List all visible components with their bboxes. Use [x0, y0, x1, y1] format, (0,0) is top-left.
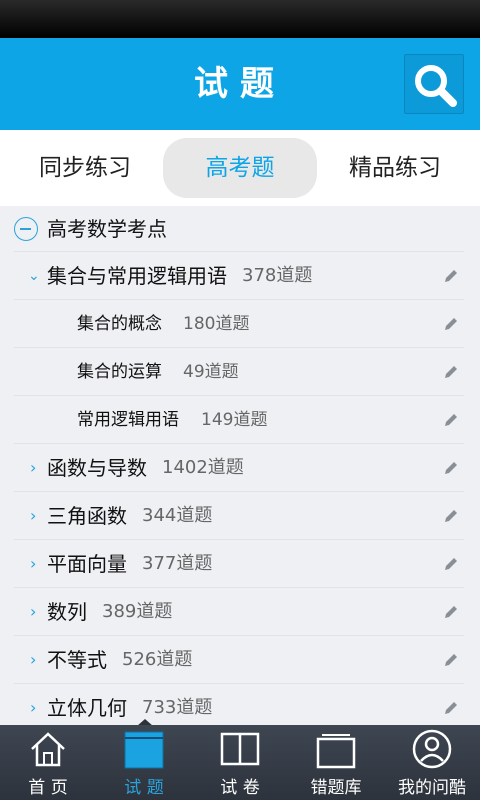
nav-label: 试 题	[124, 778, 164, 798]
pencil-icon[interactable]	[442, 267, 460, 285]
pencil-icon[interactable]	[442, 699, 460, 717]
item-name: 集合与常用逻辑用语	[47, 264, 227, 288]
pencil-icon[interactable]	[442, 363, 460, 381]
list-item[interactable]: › 不等式 526道题	[14, 636, 464, 684]
nav-home[interactable]: 首 页	[0, 725, 96, 800]
nav-label: 试 卷	[220, 778, 260, 798]
pencil-icon[interactable]	[442, 459, 460, 477]
nav-questions[interactable]: 试 题	[96, 725, 192, 800]
search-button[interactable]	[404, 54, 464, 114]
book-icon	[220, 732, 260, 766]
pencil-icon[interactable]	[442, 411, 460, 429]
item-count: 378道题	[242, 265, 313, 286]
item-count: 180道题	[183, 314, 250, 334]
nav-mistakes[interactable]: 错题库	[288, 725, 384, 800]
chevron-right-icon: ›	[30, 554, 37, 573]
list-item[interactable]: 常用逻辑用语 149道题	[14, 396, 464, 444]
collapse-icon[interactable]	[14, 217, 38, 241]
document-icon	[124, 731, 164, 769]
list-item[interactable]: › 立体几何 733道题	[14, 684, 464, 725]
bottom-nav: 首 页 试 题 试 卷 错题库 我的问酷	[0, 725, 480, 800]
pencil-icon[interactable]	[442, 507, 460, 525]
search-icon	[415, 65, 457, 107]
chevron-right-icon: ›	[30, 458, 37, 477]
nav-label: 错题库	[310, 778, 362, 798]
item-count: 1402道题	[162, 457, 244, 478]
nav-profile[interactable]: 我的问酷	[384, 725, 480, 800]
tab-sync-practice[interactable]: 同步练习	[8, 138, 162, 198]
chevron-right-icon: ›	[30, 506, 37, 525]
item-name: 常用逻辑用语	[77, 410, 179, 430]
tab-gaokao[interactable]: 高考题	[163, 138, 317, 198]
item-name: 集合的运算	[77, 362, 162, 382]
list-item[interactable]: 集合的运算 49道题	[14, 348, 464, 396]
item-name: 立体几何	[47, 696, 127, 720]
item-name: 集合的概念	[77, 314, 162, 334]
tree-root-label: 高考数学考点	[47, 217, 167, 241]
status-bar	[0, 0, 480, 38]
topic-tree: 高考数学考点 ⌄ 集合与常用逻辑用语 378道题 集合的概念 180道题 集合的…	[0, 206, 480, 725]
profile-icon	[412, 729, 452, 769]
item-name: 平面向量	[47, 552, 127, 576]
item-name: 数列	[47, 600, 87, 624]
item-count: 389道题	[102, 601, 173, 622]
pencil-icon[interactable]	[442, 555, 460, 573]
header: 试题	[0, 38, 480, 130]
pencil-icon[interactable]	[442, 603, 460, 621]
chevron-right-icon: ›	[30, 602, 37, 621]
list-item[interactable]: ⌄ 集合与常用逻辑用语 378道题	[14, 252, 464, 300]
tree-root[interactable]: 高考数学考点	[14, 206, 464, 252]
chevron-right-icon: ›	[30, 650, 37, 669]
list-item[interactable]: 集合的概念 180道题	[14, 300, 464, 348]
folder-icon	[316, 734, 356, 769]
tab-premium-practice[interactable]: 精品练习	[318, 138, 472, 198]
chevron-down-icon: ⌄	[28, 268, 40, 284]
item-name: 三角函数	[47, 504, 127, 528]
tab-bar: 同步练习 高考题 精品练习	[0, 130, 480, 206]
list-item[interactable]: › 函数与导数 1402道题	[14, 444, 464, 492]
list-item[interactable]: › 数列 389道题	[14, 588, 464, 636]
list-item[interactable]: › 三角函数 344道题	[14, 492, 464, 540]
nav-papers[interactable]: 试 卷	[192, 725, 288, 800]
item-count: 149道题	[201, 410, 268, 430]
home-icon	[31, 732, 65, 767]
item-count: 49道题	[183, 362, 239, 382]
pencil-icon[interactable]	[442, 651, 460, 669]
item-name: 不等式	[47, 648, 107, 672]
nav-label: 首 页	[28, 778, 68, 798]
item-count: 377道题	[142, 553, 213, 574]
pencil-icon[interactable]	[442, 315, 460, 333]
chevron-right-icon: ›	[30, 698, 37, 717]
item-count: 344道题	[142, 505, 213, 526]
item-count: 526道题	[122, 649, 193, 670]
nav-label: 我的问酷	[398, 778, 466, 798]
item-name: 函数与导数	[47, 456, 147, 480]
list-item[interactable]: › 平面向量 377道题	[14, 540, 464, 588]
